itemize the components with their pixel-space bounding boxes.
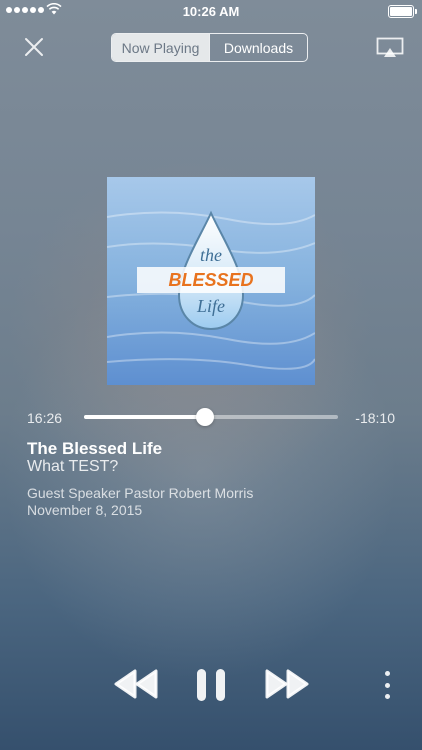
remaining-time: -18:10 xyxy=(355,410,395,426)
track-date: November 8, 2015 xyxy=(27,502,143,518)
tab-now-playing[interactable]: Now Playing xyxy=(112,34,209,61)
album-artwork: the BLESSED Life xyxy=(107,177,315,385)
artwork-text-the: the xyxy=(200,245,222,265)
battery-icon xyxy=(388,5,417,18)
status-bar: 10:26 AM xyxy=(0,0,422,22)
rewind-button[interactable] xyxy=(114,668,160,700)
artwork-text-life: Life xyxy=(196,296,225,316)
progress-fill xyxy=(84,415,205,419)
fast-forward-button[interactable] xyxy=(263,668,309,700)
progress-knob[interactable] xyxy=(195,408,214,426)
more-options-button[interactable] xyxy=(380,671,394,699)
tab-downloads[interactable]: Downloads xyxy=(209,34,307,61)
airplay-button[interactable] xyxy=(376,37,404,59)
artwork-text-blessed: BLESSED xyxy=(168,270,253,290)
track-subtitle: What TEST? xyxy=(27,458,119,475)
view-segmented-control: Now Playing Downloads xyxy=(111,33,308,62)
progress-slider[interactable] xyxy=(84,408,338,426)
close-icon xyxy=(25,38,43,56)
pause-icon xyxy=(197,669,225,701)
fast-forward-icon xyxy=(265,669,309,699)
rewind-icon xyxy=(114,669,158,699)
speaker-info: Guest Speaker Pastor Robert Morris xyxy=(27,485,254,501)
close-button[interactable] xyxy=(22,35,46,59)
more-vertical-icon xyxy=(384,671,390,676)
status-time: 10:26 AM xyxy=(182,4,240,19)
pause-button[interactable] xyxy=(195,668,227,702)
track-title: The Blessed Life xyxy=(27,439,163,458)
airplay-icon xyxy=(376,37,404,57)
elapsed-time: 16:26 xyxy=(27,410,63,426)
